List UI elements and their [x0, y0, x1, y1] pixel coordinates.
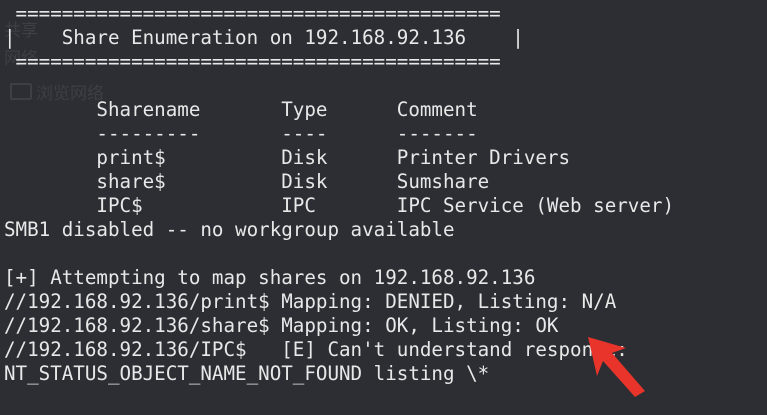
annotation-arrow-icon: [588, 337, 645, 397]
terminal-window[interactable]: 共享 网络 浏览网络 =============================…: [0, 0, 767, 415]
